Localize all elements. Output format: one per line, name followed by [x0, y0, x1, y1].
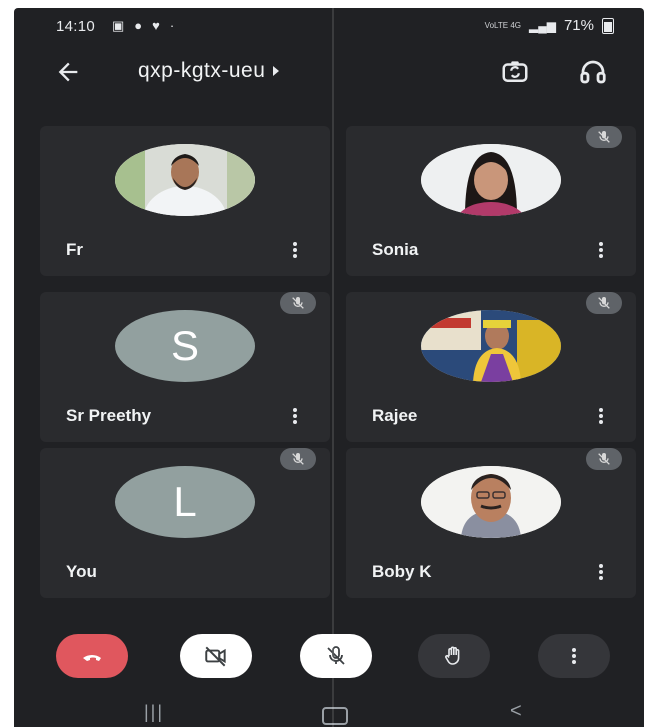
- avatar: S: [115, 310, 255, 382]
- more-options-icon[interactable]: [290, 406, 300, 426]
- avatar-photo: [421, 466, 561, 538]
- mic-off-icon: [598, 453, 610, 465]
- headphones-icon[interactable]: [578, 57, 608, 87]
- participant-tile[interactable]: S Sr Preethy: [40, 292, 330, 442]
- avatar: [421, 144, 561, 216]
- raise-hand-button[interactable]: [418, 634, 490, 678]
- participant-name: Fr: [66, 240, 83, 259]
- end-call-button[interactable]: [56, 634, 128, 678]
- dot-icon: ·: [169, 18, 175, 33]
- more-options-icon[interactable]: [290, 240, 300, 260]
- more-options-button[interactable]: [538, 634, 610, 678]
- phone-screen: 14:10 ▣ ● ♥ · VoLTE 4G ▂▄▆ 71% qxp-kgtx-…: [14, 8, 644, 727]
- microphone-toggle-button[interactable]: [300, 634, 372, 678]
- camera-toggle-button[interactable]: [180, 634, 252, 678]
- meeting-code: qxp-kgtx-ueu: [138, 59, 266, 82]
- phone-hangup-icon: [83, 655, 101, 661]
- muted-badge: [586, 126, 622, 148]
- participant-name: Boby K: [372, 562, 432, 581]
- avatar: L: [115, 466, 255, 538]
- battery-percent: 71%: [563, 17, 594, 34]
- more-options-icon[interactable]: [596, 406, 606, 426]
- system-navigation-bar: ||| <: [14, 698, 644, 727]
- mic-off-icon: [327, 646, 345, 665]
- battery-icon: [602, 17, 614, 34]
- muted-badge: [280, 292, 316, 314]
- recents-icon[interactable]: |||: [144, 702, 164, 723]
- mic-off-icon: [292, 453, 304, 465]
- participant-tile[interactable]: Sonia: [346, 126, 636, 276]
- twitter-notification-icon: ♥: [152, 18, 160, 33]
- avatar: [115, 144, 255, 216]
- status-bar: 14:10 ▣ ● ♥ · VoLTE 4G ▂▄▆ 71%: [14, 8, 644, 44]
- meeting-title-button[interactable]: qxp-kgtx-ueu: [138, 59, 280, 83]
- participant-name: Rajee: [372, 406, 418, 425]
- participant-tile[interactable]: Boby K: [346, 448, 636, 598]
- participant-name: Sr Preethy: [66, 406, 152, 425]
- muted-badge: [586, 292, 622, 314]
- participant-tile[interactable]: Rajee: [346, 292, 636, 442]
- vertical-dots-icon: [572, 646, 576, 666]
- hand-icon: [445, 646, 460, 665]
- mic-off-icon: [598, 297, 610, 309]
- muted-badge: [280, 448, 316, 470]
- gallery-notification-icon: ▣: [112, 18, 125, 33]
- caret-right-icon: [273, 66, 280, 76]
- network-indicator: VoLTE 4G: [484, 20, 521, 30]
- muted-badge: [586, 448, 622, 470]
- photo-crease: [332, 0, 334, 727]
- mic-notification-icon: ●: [134, 18, 143, 33]
- avatar-photo: [115, 144, 255, 216]
- participant-name: You: [66, 562, 97, 581]
- status-right: VoLTE 4G ▂▄▆ 71%: [485, 17, 614, 34]
- camera-off-icon: [205, 646, 226, 667]
- nav-back-icon[interactable]: <: [510, 700, 522, 723]
- mic-off-icon: [292, 297, 304, 309]
- app-bar: qxp-kgtx-ueu: [14, 44, 644, 100]
- more-options-icon[interactable]: [596, 562, 606, 582]
- signal-icon: ▂▄▆: [529, 18, 556, 33]
- avatar-photo: [421, 144, 561, 216]
- participant-tile[interactable]: Fr: [40, 126, 330, 276]
- participant-tile[interactable]: L You: [40, 448, 330, 598]
- call-controls: [14, 626, 644, 686]
- switch-camera-icon[interactable]: [500, 57, 530, 87]
- back-arrow-icon[interactable]: [54, 58, 82, 86]
- status-time: 14:10: [56, 18, 96, 35]
- avatar: [421, 310, 561, 382]
- participant-name: Sonia: [372, 240, 419, 259]
- avatar: [421, 466, 561, 538]
- avatar-photo: [421, 310, 561, 382]
- notification-icons: ▣ ● ♥ ·: [112, 18, 174, 34]
- home-icon[interactable]: [322, 707, 348, 725]
- mic-off-icon: [598, 131, 610, 143]
- more-options-icon[interactable]: [596, 240, 606, 260]
